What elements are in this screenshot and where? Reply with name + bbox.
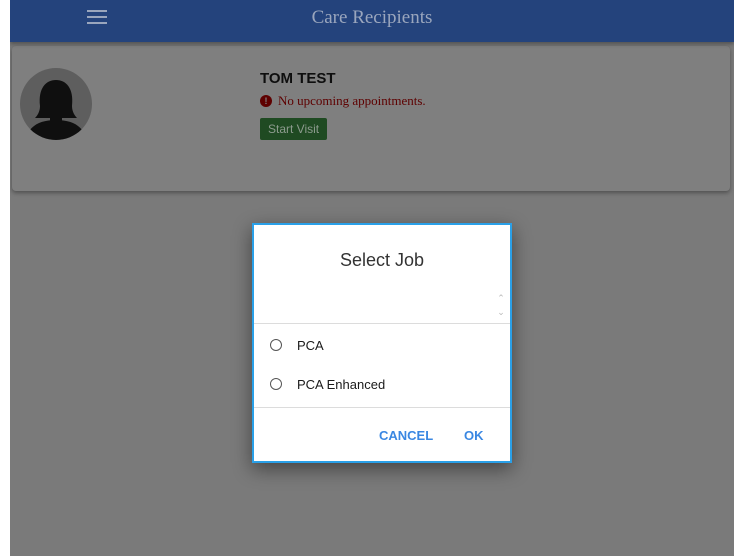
dialog-title: Select Job <box>339 250 425 270</box>
job-option-label: PCA <box>297 337 324 353</box>
recipient-card[interactable]: TOM TEST ! No upcoming appointments. Sta… <box>12 46 730 191</box>
top-app-bar: Care Recipients <box>10 0 734 42</box>
radio-button[interactable] <box>270 378 282 390</box>
page-title: Care Recipients <box>311 7 433 28</box>
recipient-name: TOM TEST <box>260 70 336 87</box>
ok-button[interactable]: OK <box>464 428 484 443</box>
divider <box>254 323 510 324</box>
alert-icon: ! <box>260 95 272 107</box>
job-option-pca-enhanced[interactable]: PCA Enhanced <box>270 372 385 396</box>
radio-button[interactable] <box>270 339 282 351</box>
start-visit-button[interactable]: Start Visit <box>260 118 328 140</box>
appointment-status-text: No upcoming appointments. <box>278 93 426 108</box>
job-option-pca[interactable]: PCA <box>270 333 324 357</box>
chevron-down-icon[interactable]: ⌄ <box>496 305 506 319</box>
scroll-indicator[interactable]: ⌃ ⌄ <box>496 291 506 321</box>
appointment-status-row: ! No upcoming appointments. <box>260 93 426 109</box>
cancel-button[interactable]: CANCEL <box>379 428 433 443</box>
divider <box>254 407 510 408</box>
app-screen: Care Recipients TOM TEST ! No upcoming a… <box>10 0 734 556</box>
chevron-up-icon[interactable]: ⌃ <box>496 291 506 305</box>
job-option-label: PCA Enhanced <box>297 376 386 392</box>
person-avatar-icon <box>20 68 92 140</box>
select-job-dialog: Select Job ⌃ ⌄ PCA PCA Enhanced CANCEL O… <box>252 223 512 463</box>
